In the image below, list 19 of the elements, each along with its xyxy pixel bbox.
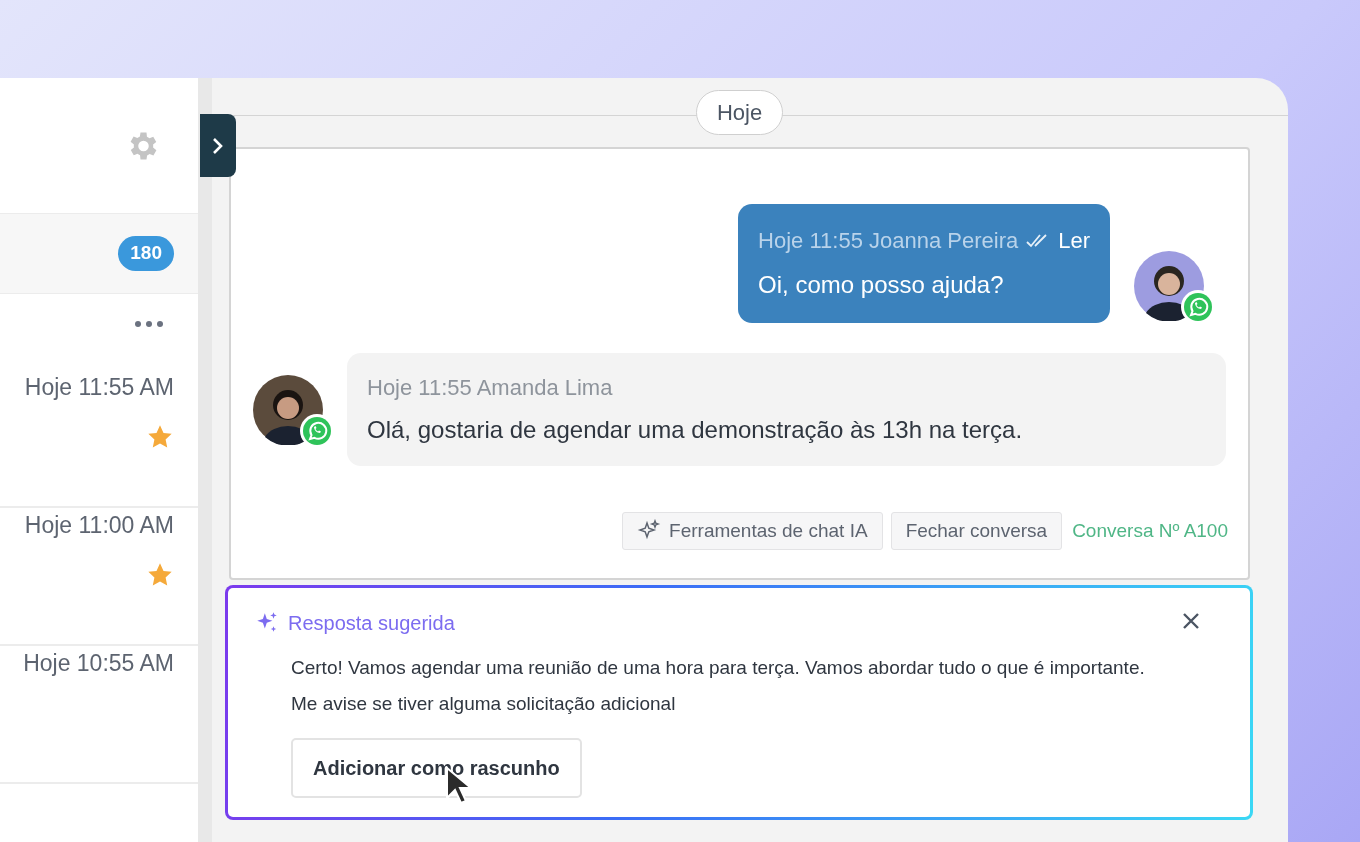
chevron-icon — [211, 135, 225, 156]
message-meta: Hoje 11:55 Joanna Pereira — [758, 227, 1019, 255]
message-time: Hoje 11:00 AM — [24, 511, 174, 540]
message-time: Hoje 10:55 AM — [23, 649, 174, 678]
read-status: Ler — [1058, 227, 1090, 255]
suggestion-text: Certo! Vamos agendar uma reunião de uma hora para terça. Vamos abordar tudo o que é importante. Me avise se tiver alguma solicitação adicional — [291, 656, 1146, 716]
message-text: Oi, como posso ajuda? — [758, 270, 1005, 300]
count-badge: 180 — [118, 236, 174, 271]
conversation-id: Conversa Nº A100 — [1072, 518, 1228, 543]
ai-tools-button[interactable]: Ferramentas de chat IA — [622, 512, 883, 550]
message-meta: Hoje 11:55 Amanda Lima — [367, 374, 614, 402]
close-icon[interactable] — [1182, 612, 1200, 630]
more-icon[interactable] — [134, 320, 164, 328]
message-text: Olá, gostaria de agendar uma demonstração às 13h na terça. — [367, 415, 1024, 445]
date-chip: Hoje — [695, 90, 784, 135]
close-conversation-button[interactable]: Fechar conversa — [890, 512, 1063, 550]
suggestion-title: Resposta sugerida — [288, 611, 455, 636]
message-time: Hoje 11:55 AM — [24, 373, 174, 402]
expand-button[interactable] — [200, 114, 236, 177]
